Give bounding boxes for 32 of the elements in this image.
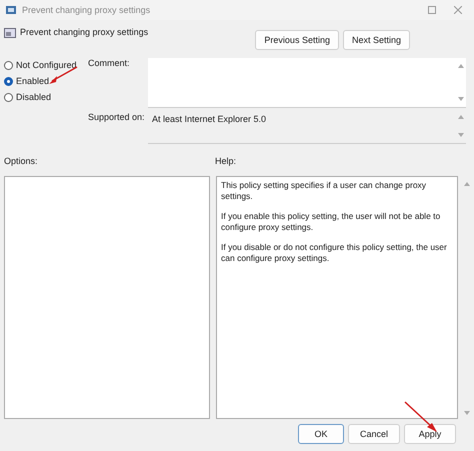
options-label: Options: [4,156,39,166]
scroll-up-icon[interactable] [458,64,464,68]
radio-label: Enabled [16,76,50,86]
maximize-icon[interactable] [428,6,436,14]
radio-label: Not Configured [16,60,77,70]
help-text: If you disable or do not configure this policy setting, the user can configure proxy settings. [221,242,448,264]
dialog-button[interactable]: Apply [404,424,456,444]
help-label: Help: [215,156,236,166]
nav-button[interactable]: Next Setting [342,30,410,50]
close-icon[interactable] [454,6,462,14]
nav-button[interactable]: Previous Setting [255,30,339,50]
scroll-up-icon[interactable] [464,182,470,186]
scroll-down-icon[interactable] [458,133,464,137]
radio-button[interactable] [4,76,13,86]
dialog-button[interactable]: Cancel [348,424,400,444]
policy-icon [4,28,16,38]
comment-label: Comment: [88,58,131,68]
scroll-up-icon[interactable] [458,115,464,119]
comment-field[interactable] [148,58,466,108]
scroll-down-icon[interactable] [464,411,470,415]
supported-value: At least Internet Explorer 5.0 [152,114,266,124]
help-text: This policy setting specifies if a user can change proxy settings. [221,180,428,202]
app-icon [6,5,17,15]
supported-label: Supported on: [88,112,146,122]
window-title: Prevent changing proxy settings [22,5,150,15]
radio-button[interactable] [4,92,13,102]
help-text: If you enable this policy setting, the user will not be able to configure proxy settings. [221,211,442,234]
dialog-button[interactable]: OK [298,424,344,444]
scroll-down-icon[interactable] [458,97,464,101]
radio-button[interactable] [4,60,13,70]
radio-label: Disabled [16,92,52,102]
setting-heading: Prevent changing proxy settings [20,27,148,37]
